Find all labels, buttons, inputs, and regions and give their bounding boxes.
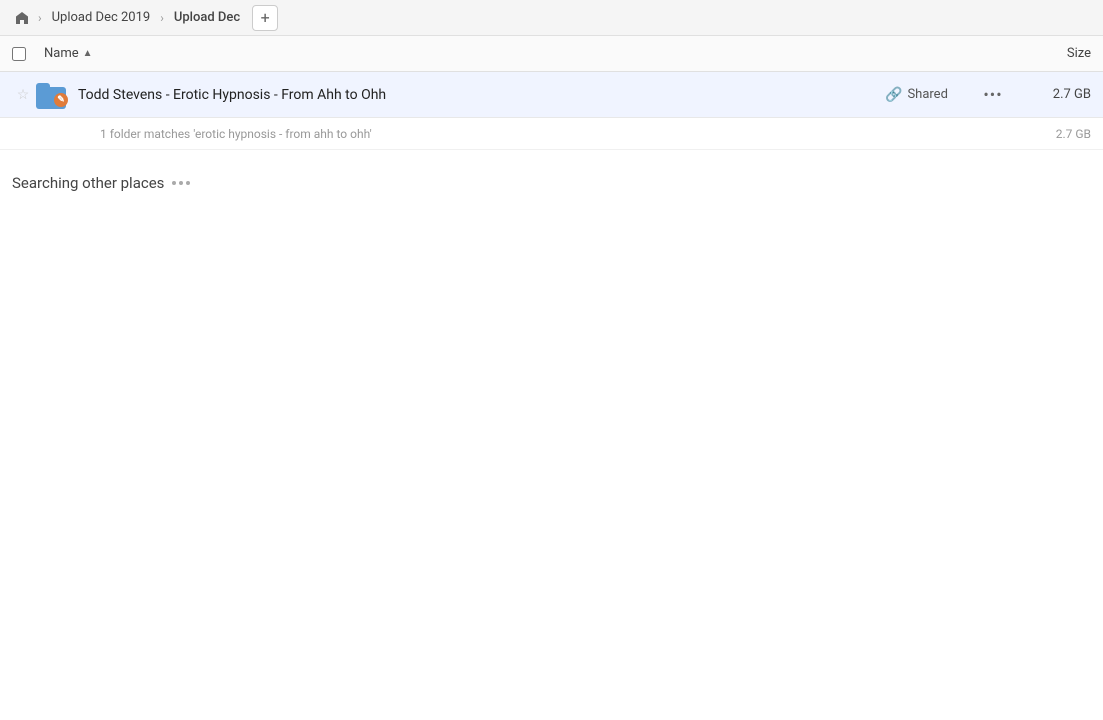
dot-3 bbox=[186, 181, 190, 185]
breadcrumb-item-2[interactable]: Upload Dec bbox=[166, 4, 248, 32]
folder-badge-icon: ✎ bbox=[57, 95, 65, 105]
loading-indicator bbox=[172, 181, 190, 185]
file-row[interactable]: ☆ ✎ Todd Stevens - Erotic Hypnosis - Fro… bbox=[0, 72, 1103, 118]
size-column-header[interactable]: Size bbox=[1011, 46, 1091, 61]
name-column-header[interactable]: Name ▲ bbox=[44, 46, 1011, 61]
breadcrumb-separator-1: › bbox=[38, 11, 42, 25]
searching-label: Searching other places bbox=[12, 174, 164, 192]
link-icon: 🔗 bbox=[885, 87, 902, 103]
breadcrumb-separator-2: › bbox=[160, 11, 164, 25]
folder-badge: ✎ bbox=[54, 93, 68, 107]
shared-label: Shared bbox=[907, 87, 947, 102]
shared-status: 🔗 Shared bbox=[885, 87, 975, 103]
breadcrumb-bar: › Upload Dec 2019 › Upload Dec + bbox=[0, 0, 1103, 36]
match-info-size: 2.7 GB bbox=[1011, 127, 1091, 141]
folder-icon-col: ✎ bbox=[34, 79, 70, 111]
home-button[interactable] bbox=[8, 4, 36, 32]
star-button[interactable]: ☆ bbox=[12, 87, 34, 103]
breadcrumb-item-1[interactable]: Upload Dec 2019 bbox=[44, 4, 159, 32]
column-header-row: Name ▲ Size bbox=[0, 36, 1103, 72]
file-name[interactable]: Todd Stevens - Erotic Hypnosis - From Ah… bbox=[70, 87, 885, 103]
select-all-checkbox-col[interactable] bbox=[12, 47, 44, 61]
match-info-row: 1 folder matches 'erotic hypnosis - from… bbox=[0, 118, 1103, 150]
folder-icon: ✎ bbox=[36, 79, 68, 111]
dot-2 bbox=[179, 181, 183, 185]
more-options-button[interactable]: ••• bbox=[975, 85, 1011, 104]
select-all-checkbox[interactable] bbox=[12, 47, 26, 61]
star-icon: ☆ bbox=[17, 87, 30, 103]
add-tab-button[interactable]: + bbox=[252, 5, 278, 31]
file-size: 2.7 GB bbox=[1011, 87, 1091, 102]
match-info-text: 1 folder matches 'erotic hypnosis - from… bbox=[100, 127, 1011, 141]
folder-body: ✎ bbox=[36, 87, 66, 109]
searching-other-places-row: Searching other places bbox=[0, 150, 1103, 200]
dot-1 bbox=[172, 181, 176, 185]
sort-arrow-icon: ▲ bbox=[83, 48, 93, 59]
more-dots-icon: ••• bbox=[983, 85, 1002, 104]
name-column-label: Name bbox=[44, 46, 79, 61]
